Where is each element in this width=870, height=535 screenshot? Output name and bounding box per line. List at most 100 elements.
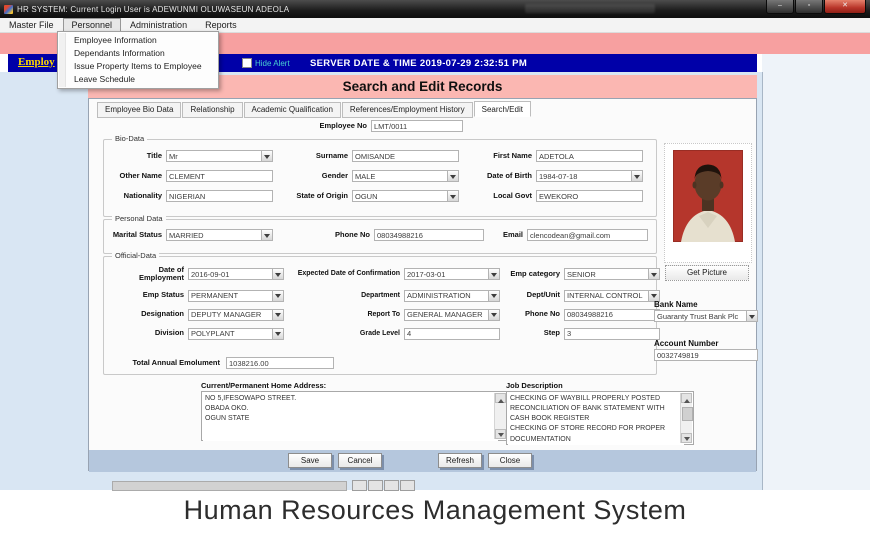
date-of-birth-select[interactable] — [536, 170, 643, 182]
official-phone-input[interactable] — [564, 309, 660, 321]
menu-item-issue-property-items[interactable]: Issue Property Items to Employee — [58, 60, 218, 73]
field-other-name: Other Name — [112, 170, 284, 182]
dropdown-arrow-icon[interactable] — [447, 170, 459, 182]
title-label: Title — [112, 152, 162, 160]
hide-alert-checkbox[interactable] — [242, 58, 252, 68]
emp-status-select[interactable] — [188, 290, 284, 302]
dept-unit-select[interactable] — [564, 290, 660, 302]
expected-confirmation-select[interactable] — [404, 268, 500, 280]
total-annual-emolument-input[interactable] — [226, 357, 334, 369]
date-of-birth-input[interactable] — [536, 170, 631, 182]
dropdown-arrow-icon[interactable] — [272, 328, 284, 340]
scroll-up-icon[interactable] — [681, 393, 692, 403]
tab-search-edit[interactable]: Search/Edit — [474, 101, 531, 117]
designation-input[interactable] — [188, 309, 272, 321]
report-to-label: Report To — [288, 311, 400, 319]
menu-master-file[interactable]: Master File — [0, 18, 63, 32]
gender-label: Gender — [284, 172, 348, 180]
minimize-icon[interactable]: – — [766, 0, 794, 14]
division-input[interactable] — [188, 328, 272, 340]
menu-personnel[interactable]: Personnel — [63, 18, 122, 32]
dropdown-arrow-icon[interactable] — [272, 268, 284, 280]
home-address-textarea[interactable]: NO 5,IFESOWAPO STREET. OBADA OKO. OGUN S… — [203, 393, 498, 441]
get-picture-button[interactable]: Get Picture — [665, 265, 749, 281]
tab-academic-qualification[interactable]: Academic Qualification — [244, 102, 341, 118]
designation-select[interactable] — [188, 309, 284, 321]
division-select[interactable] — [188, 328, 284, 340]
account-number-input[interactable] — [654, 349, 758, 361]
menu-item-leave-schedule[interactable]: Leave Schedule — [58, 73, 218, 86]
dropdown-arrow-icon[interactable] — [272, 309, 284, 321]
tab-references-employment-history[interactable]: References/Employment History — [342, 102, 473, 118]
field-expected-confirmation: Expected Date of Confirmation — [288, 266, 504, 283]
report-to-select[interactable] — [404, 309, 500, 321]
close-button[interactable]: Close — [488, 453, 532, 468]
dropdown-arrow-icon[interactable] — [488, 290, 500, 302]
close-icon[interactable]: ✕ — [824, 0, 866, 14]
dropdown-arrow-icon[interactable] — [488, 268, 500, 280]
account-number-label: Account Number — [654, 339, 718, 348]
emp-category-select[interactable] — [564, 268, 660, 280]
scrollbar-thumb[interactable] — [682, 407, 693, 421]
report-to-input[interactable] — [404, 309, 488, 321]
department-select[interactable] — [404, 290, 500, 302]
employee-link-text[interactable]: Employ — [18, 56, 55, 68]
menu-reports[interactable]: Reports — [196, 18, 246, 32]
title-input[interactable] — [166, 150, 261, 162]
refresh-button[interactable]: Refresh — [438, 453, 482, 468]
date-of-employment-select[interactable] — [188, 268, 284, 280]
scroll-up-icon[interactable] — [495, 393, 506, 403]
expected-confirmation-label: Expected Date of Confirmation — [288, 270, 400, 278]
personal-phone-input[interactable] — [374, 229, 484, 241]
emp-category-input[interactable] — [564, 268, 648, 280]
menu-item-dependants-information[interactable]: Dependants Information — [58, 47, 218, 60]
dropdown-arrow-icon[interactable] — [746, 310, 758, 322]
hide-alert-control[interactable]: Hide Alert — [242, 58, 290, 68]
bank-name-input[interactable] — [654, 310, 746, 322]
hr-system-screenshot: HR SYSTEM: Current Login User is ADEWUNM… — [0, 0, 870, 535]
cancel-button[interactable]: Cancel — [338, 453, 382, 468]
date-of-employment-input[interactable] — [188, 268, 272, 280]
employee-no-input[interactable] — [371, 120, 463, 132]
department-input[interactable] — [404, 290, 488, 302]
gender-input[interactable] — [352, 170, 447, 182]
tab-relationship[interactable]: Relationship — [182, 102, 242, 118]
dept-unit-input[interactable] — [564, 290, 648, 302]
dropdown-arrow-icon[interactable] — [261, 150, 273, 162]
menu-administration[interactable]: Administration — [121, 18, 196, 32]
nationality-input[interactable] — [166, 190, 273, 202]
tab-employee-bio-data[interactable]: Employee Bio Data — [97, 102, 181, 118]
save-button[interactable]: Save — [288, 453, 332, 468]
scroll-down-icon[interactable] — [495, 429, 506, 439]
gender-select[interactable] — [352, 170, 459, 182]
state-of-origin-select[interactable] — [352, 190, 459, 202]
dropdown-arrow-icon[interactable] — [648, 268, 660, 280]
scroll-down-icon[interactable] — [681, 433, 692, 443]
emp-status-input[interactable] — [188, 290, 272, 302]
local-govt-input[interactable] — [536, 190, 643, 202]
job-description-scrollbar[interactable] — [680, 393, 692, 443]
maximize-icon[interactable]: ▫ — [795, 0, 823, 14]
other-name-input[interactable] — [166, 170, 273, 182]
expected-confirmation-input[interactable] — [404, 268, 488, 280]
dropdown-arrow-icon[interactable] — [447, 190, 459, 202]
first-name-input[interactable] — [536, 150, 643, 162]
marital-status-input[interactable] — [166, 229, 261, 241]
job-description-textarea[interactable]: CHECKING OF WAYBILL PROPERLY POSTED RECO… — [508, 393, 684, 445]
step-input[interactable] — [564, 328, 660, 340]
bank-name-select[interactable] — [654, 310, 758, 322]
address-scrollbar[interactable] — [494, 393, 506, 439]
dept-unit-label: Dept/Unit — [504, 291, 560, 299]
dropdown-arrow-icon[interactable] — [488, 309, 500, 321]
grade-level-input[interactable] — [404, 328, 500, 340]
dropdown-arrow-icon[interactable] — [261, 229, 273, 241]
email-input[interactable] — [527, 229, 648, 241]
surname-input[interactable] — [352, 150, 459, 162]
menu-item-employee-information[interactable]: Employee Information — [58, 34, 218, 47]
dropdown-arrow-icon[interactable] — [272, 290, 284, 302]
title-select[interactable] — [166, 150, 273, 162]
dropdown-arrow-icon[interactable] — [631, 170, 643, 182]
bio-data-legend: Bio-Data — [112, 134, 147, 143]
state-of-origin-input[interactable] — [352, 190, 447, 202]
marital-status-select[interactable] — [166, 229, 273, 241]
